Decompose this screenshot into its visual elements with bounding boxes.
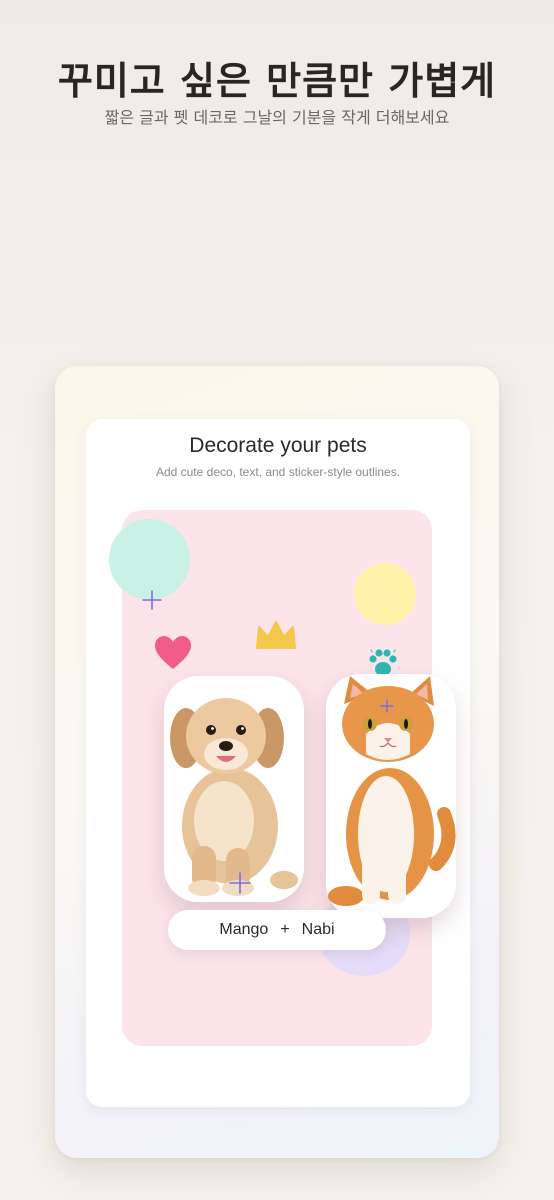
heart-icon[interactable] bbox=[154, 635, 192, 671]
crown-icon[interactable] bbox=[255, 619, 297, 651]
yellow-circle-decoration bbox=[354, 563, 416, 625]
dog-sticker[interactable] bbox=[164, 676, 304, 902]
dog-photo bbox=[170, 698, 298, 896]
sparkle-icon bbox=[229, 872, 251, 894]
mint-circle-decoration bbox=[109, 519, 190, 600]
pet-names-label[interactable]: Mango + Nabi bbox=[168, 910, 386, 950]
pet-name-right: Nabi bbox=[301, 921, 335, 938]
pet-name-left: Mango bbox=[219, 921, 269, 938]
page-headline: 꾸미고 싶은 만큼만 가볍게 bbox=[57, 59, 497, 103]
card-title: Decorate your pets bbox=[189, 434, 367, 457]
page-subheadline: 짧은 글과 펫 데코로 그날의 기분을 작게 더해보세요 bbox=[104, 108, 450, 127]
card-subtitle: Add cute deco, text, and sticker-style o… bbox=[155, 465, 401, 479]
sparkle-icon bbox=[380, 699, 394, 713]
pet-name-separator: + bbox=[280, 921, 290, 938]
sparkle-icon bbox=[142, 590, 162, 610]
